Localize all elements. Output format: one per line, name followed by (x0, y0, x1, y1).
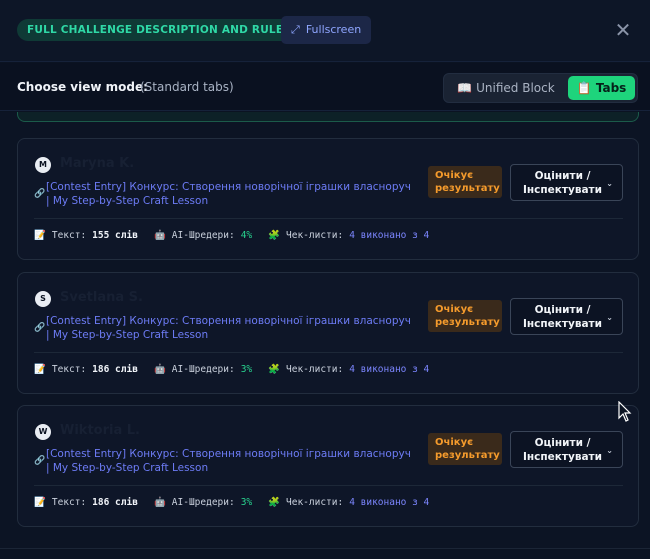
stats-row: 📝 Текст: 186 слів 🤖 AI-Шредери: 3% 🧩 Чек… (34, 495, 429, 511)
link-icon: 🔗 (34, 323, 46, 333)
robot-icon: 🤖 (153, 364, 166, 375)
checklist-label: Чек-листи: (286, 230, 344, 241)
ai-score: 3% (240, 497, 253, 508)
rate-inspect-button[interactable]: Оцінити / Інспектувати ⌄ (510, 298, 623, 335)
ai-label: AI-Шредери: (171, 364, 235, 375)
word-count: 155 слів (92, 230, 138, 241)
word-count: 186 слів (92, 497, 138, 508)
modal-header: FULL CHALLENGE DESCRIPTION AND RULES ⤢ F… (0, 0, 650, 62)
text-label: Текст: (51, 230, 87, 241)
author-name: Wiktoria L. (60, 423, 140, 438)
avatar: W (35, 424, 51, 440)
author-name: Maryna K. (60, 156, 135, 171)
avatar: S (35, 291, 51, 307)
link-icon: 🔗 (34, 456, 46, 466)
puzzle-icon: 🧩 (268, 230, 280, 241)
expand-icon: ⤢ (291, 23, 300, 36)
book-icon: 📖 (457, 81, 473, 95)
rate-inspect-button[interactable]: Оцінити / Інспектувати ⌄ (510, 431, 623, 468)
ai-label: AI-Шредери: (171, 230, 235, 241)
puzzle-icon: 🧩 (268, 497, 280, 508)
memo-icon: 📝 (34, 364, 46, 375)
unified-block-option[interactable]: 📖 Unified Block (448, 76, 564, 100)
checklist-label: Чек-листи: (286, 364, 344, 375)
rate-inspect-label: Оцінити / Інспектувати (523, 304, 602, 330)
submission-card: W Wiktoria L. 🔗 [Contest Entry] Конкурс:… (17, 405, 639, 527)
close-icon[interactable]: ✕ (612, 20, 634, 42)
rate-inspect-button[interactable]: Оцінити / Інспектувати ⌄ (510, 164, 623, 201)
view-mode-current: (Standard tabs) (140, 80, 234, 94)
entry-link[interactable]: [Contest Entry] Конкурс: Створення новор… (46, 180, 416, 208)
checklist-label: Чек-листи: (286, 497, 344, 508)
entry-link[interactable]: [Contest Entry] Конкурс: Створення новор… (46, 447, 416, 475)
memo-icon: 📝 (34, 497, 46, 508)
view-mode-bar: Choose view mode: (Standard tabs) 📖 Unif… (0, 63, 650, 111)
chevron-down-icon: ⌄ (606, 179, 613, 188)
entry-link[interactable]: [Contest Entry] Конкурс: Створення новор… (46, 314, 416, 342)
memo-icon: 📝 (34, 230, 46, 241)
chevron-down-icon: ⌄ (606, 313, 613, 322)
text-label: Текст: (51, 364, 87, 375)
unified-block-label: Unified Block (476, 81, 555, 95)
submissions-list[interactable]: M Maryna K. 🔗 [Contest Entry] Конкурс: С… (0, 112, 650, 559)
checklist-value: 4 виконано з 4 (349, 497, 430, 508)
link-icon: 🔗 (34, 189, 46, 199)
robot-icon: 🤖 (153, 230, 166, 241)
fullscreen-label: Fullscreen (305, 23, 362, 36)
stats-row: 📝 Текст: 155 слів 🤖 AI-Шредери: 4% 🧩 Чек… (34, 228, 429, 244)
tabs-label: Tabs (595, 81, 627, 95)
status-badge: Очікує результату (428, 300, 502, 332)
previous-card-edge (17, 112, 639, 122)
submission-card: S Svetlana S. 🔗 [Contest Entry] Конкурс:… (17, 272, 639, 394)
stats-row: 📝 Текст: 186 слів 🤖 AI-Шредери: 3% 🧩 Чек… (34, 362, 429, 378)
divider (34, 352, 623, 353)
rate-inspect-label: Оцінити / Інспектувати (523, 437, 602, 463)
view-mode-toggle: 📖 Unified Block 📋 Tabs (443, 73, 638, 103)
ai-score: 4% (240, 230, 253, 241)
avatar: M (35, 157, 51, 173)
tabs-option[interactable]: 📋 Tabs (568, 76, 635, 100)
modal-footer-edge (0, 548, 650, 559)
puzzle-icon: 🧩 (268, 364, 280, 375)
divider (34, 218, 623, 219)
text-label: Текст: (51, 497, 87, 508)
rate-inspect-label: Оцінити / Інспектувати (523, 170, 602, 196)
divider (34, 485, 623, 486)
submission-card: M Maryna K. 🔗 [Contest Entry] Конкурс: С… (17, 138, 639, 260)
word-count: 186 слів (92, 364, 138, 375)
ai-label: AI-Шредери: (171, 497, 235, 508)
challenge-title-badge: FULL CHALLENGE DESCRIPTION AND RULES (17, 19, 301, 41)
clipboard-icon: 📋 (576, 81, 592, 95)
status-badge: Очікує результату (428, 166, 502, 198)
robot-icon: 🤖 (153, 497, 166, 508)
mouse-cursor-icon (618, 401, 632, 422)
checklist-value: 4 виконано з 4 (349, 230, 430, 241)
chevron-down-icon: ⌄ (606, 446, 613, 455)
status-badge: Очікує результату (428, 433, 502, 465)
ai-score: 3% (240, 364, 253, 375)
checklist-value: 4 виконано з 4 (349, 364, 430, 375)
view-mode-label: Choose view mode: (17, 80, 148, 94)
fullscreen-button[interactable]: ⤢ Fullscreen (281, 16, 372, 44)
author-name: Svetlana S. (60, 290, 143, 305)
